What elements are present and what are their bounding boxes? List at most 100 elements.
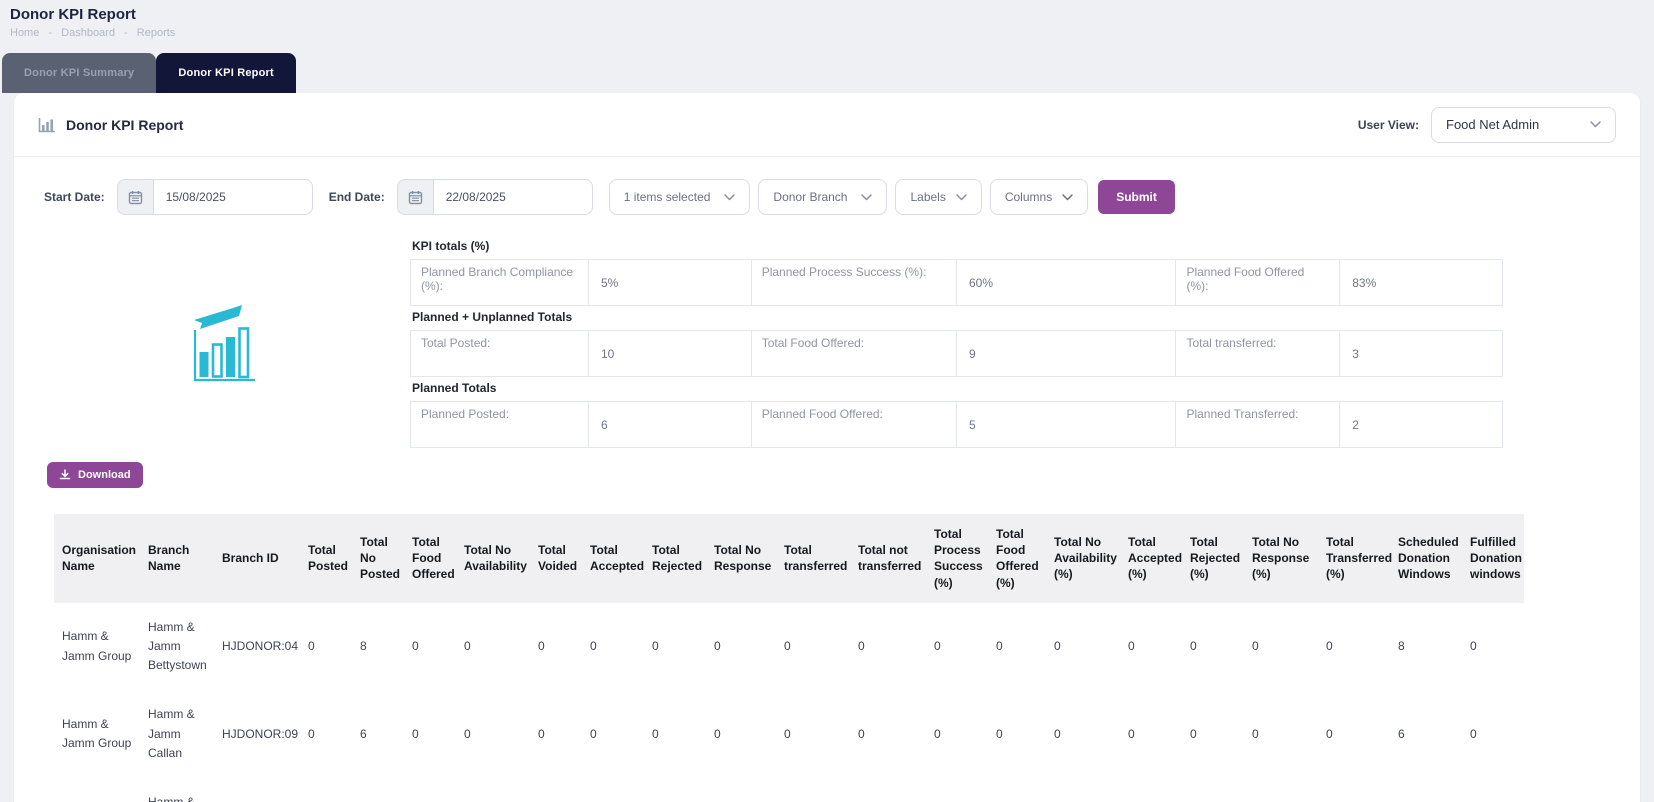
report-table-wrap: Organisation NameBranch NameBranch IDTot… — [54, 514, 1616, 802]
table-cell: 0 — [404, 603, 456, 691]
kpi-cell-label: Planned Transferred: — [1176, 402, 1340, 448]
table-cell: 0 — [530, 778, 582, 802]
card-title: Donor KPI Report — [66, 117, 183, 133]
table-row: Hamm & Jamm GroupHamm & Jamm BettystownH… — [54, 603, 1524, 691]
calendar-icon — [128, 190, 143, 205]
column-header: Total Posted — [300, 514, 352, 603]
breadcrumb-reports[interactable]: Reports — [137, 27, 176, 39]
chart-illustration — [38, 235, 410, 452]
column-header: Total Transferred (%) — [1318, 514, 1390, 603]
report-table-body: Hamm & Jamm GroupHamm & Jamm BettystownH… — [54, 603, 1524, 802]
tab-donor-kpi-report[interactable]: Donor KPI Report — [156, 53, 295, 93]
table-cell: 0 — [456, 690, 530, 778]
table-cell: 0 — [530, 690, 582, 778]
download-button[interactable]: Download — [47, 462, 143, 488]
table-cell: 8 — [1390, 603, 1462, 691]
calendar-icon-button[interactable] — [397, 179, 433, 215]
column-header: Total No Response — [706, 514, 776, 603]
table-cell: 0 — [1244, 603, 1318, 691]
kpi-cell-label: Planned Branch Compliance (%): — [411, 260, 589, 306]
totals-section: KPI totals (%) Planned Branch Compliance… — [14, 235, 1640, 452]
table-cell: Hamm & Jamm Group — [54, 603, 140, 691]
column-header: Branch ID — [214, 514, 300, 603]
calendar-icon-button[interactable] — [117, 179, 153, 215]
table-cell: HJDONOR:07 — [214, 778, 300, 802]
kpi-cell-value: 83% — [1340, 260, 1503, 306]
table-cell: 0 — [1318, 778, 1390, 802]
chevron-down-icon — [861, 194, 872, 201]
table-cell: 0 — [776, 690, 850, 778]
kpi-section-heading: Planned Totals — [412, 381, 1503, 395]
table-cell: 0 — [706, 603, 776, 691]
breadcrumb-home[interactable]: Home — [10, 27, 39, 39]
table-cell: 0 — [1462, 778, 1524, 802]
end-date-input[interactable] — [433, 179, 593, 215]
column-header: Total not transferred — [850, 514, 926, 603]
column-header: Branch Name — [140, 514, 214, 603]
table-cell: 100 — [926, 778, 988, 802]
table-cell: HJDONOR:09 — [214, 690, 300, 778]
user-view-select[interactable]: Food Net Admin — [1431, 107, 1616, 143]
table-cell: 1 — [404, 778, 456, 802]
submit-button[interactable]: Submit — [1098, 180, 1175, 214]
kpi-cell-label: Planned Process Success (%): — [751, 260, 956, 306]
table-cell: Hamm & Jamm Group — [54, 778, 140, 802]
table-cell: 0 — [582, 603, 644, 691]
table-cell: 0 — [1182, 603, 1244, 691]
table-cell: 0 — [926, 603, 988, 691]
chevron-down-icon — [724, 194, 735, 201]
start-date-group — [117, 179, 313, 215]
donor-branch-value: Donor Branch — [773, 190, 847, 204]
table-cell: Hamm & Jamm Cashel — [140, 778, 214, 802]
table-cell: 0 — [456, 778, 530, 802]
donor-branch-dropdown[interactable]: Donor Branch — [758, 179, 887, 215]
table-cell: 100 — [1120, 778, 1182, 802]
kpi-section-heading: Planned + Unplanned Totals — [412, 310, 1503, 324]
breadcrumb-dashboard[interactable]: Dashboard — [61, 27, 115, 39]
kpi-section-heading: KPI totals (%) — [412, 239, 1503, 253]
table-cell: 8 — [352, 603, 404, 691]
chevron-down-icon — [1062, 194, 1073, 201]
report-table-head-row: Organisation NameBranch NameBranch IDTot… — [54, 514, 1524, 603]
kpi-cell-label: Planned Food Offered: — [751, 402, 956, 448]
end-date-label: End Date: — [329, 190, 385, 204]
table-cell: 0 — [1046, 603, 1120, 691]
table-cell: 0 — [300, 690, 352, 778]
items-selected-value: 1 items selected — [624, 190, 711, 204]
table-cell: 0 — [988, 603, 1046, 691]
tab-donor-kpi-summary[interactable]: Donor KPI Summary — [2, 53, 156, 93]
table-cell: 0 — [926, 690, 988, 778]
kpi-cell-value: 5% — [588, 260, 751, 306]
table-cell: 8 — [352, 778, 404, 802]
kpi-cell-label: Total Food Offered: — [751, 331, 956, 377]
page: Donor KPI Report Home - Dashboard - Repo… — [0, 0, 1654, 802]
kpi-section: Planned Totals Planned Posted:6Planned F… — [410, 381, 1503, 448]
table-cell: 0 — [1182, 690, 1244, 778]
download-label: Download — [78, 469, 131, 481]
organisation-multiselect[interactable]: 1 items selected — [609, 179, 751, 215]
table-cell: 0 — [300, 603, 352, 691]
calendar-icon — [408, 190, 423, 205]
breadcrumb-separator: - — [48, 27, 52, 39]
table-cell: 0 — [1318, 690, 1390, 778]
start-date-input[interactable] — [153, 179, 313, 215]
table-cell: 1 — [582, 778, 644, 802]
table-cell: 0 — [1182, 778, 1244, 802]
kpi-cell-label: Planned Posted: — [411, 402, 589, 448]
column-header: Total Accepted — [582, 514, 644, 603]
table-cell: 0 — [1462, 690, 1524, 778]
kpi-section: KPI totals (%) Planned Branch Compliance… — [410, 239, 1503, 306]
kpi-cell-value: 9 — [956, 331, 1175, 377]
kpi-cell-value: 60% — [956, 260, 1175, 306]
kpi-table: Total Posted:10Total Food Offered:9Total… — [410, 330, 1503, 377]
table-cell: Hamm & Jamm Callan — [140, 690, 214, 778]
table-cell: 0 — [1318, 603, 1390, 691]
columns-dropdown[interactable]: Columns — [990, 179, 1088, 215]
chevron-down-icon — [956, 194, 967, 201]
table-cell: 6 — [352, 690, 404, 778]
labels-dropdown[interactable]: Labels — [895, 179, 981, 215]
table-cell: 1 — [300, 778, 352, 802]
column-header: Scheduled Donation Windows — [1390, 514, 1462, 603]
column-header: Organisation Name — [54, 514, 140, 603]
breadcrumb-separator: - — [124, 27, 128, 39]
